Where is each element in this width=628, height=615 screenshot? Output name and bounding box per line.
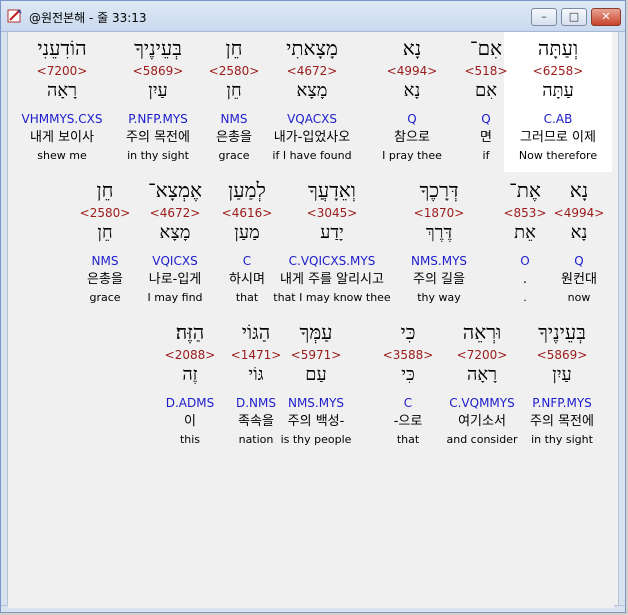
lemma-word: כִּי: [401, 364, 415, 385]
strong-number: <3588>: [382, 348, 434, 362]
english-gloss: I pray thee: [382, 149, 442, 162]
minimize-button[interactable]: –: [531, 8, 557, 26]
lemma-word: זֶה: [182, 364, 198, 385]
right-frame: [618, 32, 625, 608]
english-gloss: shew me: [37, 149, 87, 162]
hebrew-word: בְּעֵינֶיךָ: [134, 36, 182, 60]
english-gloss: this: [179, 433, 201, 446]
hebrew-word: כִּי: [400, 320, 416, 344]
lemma-word: רָאָה: [47, 80, 77, 101]
korean-gloss: 은총을: [87, 272, 123, 287]
word-cell[interactable]: חֵן <2580> חֵן NMS 은총을 grace: [64, 174, 146, 314]
lemma-word: מָצָא: [159, 222, 191, 243]
morphology-code: C: [403, 396, 413, 410]
morphology-code: NMS.MYS: [410, 254, 468, 268]
word-cell[interactable]: הוֹדִעֵנִי <7200> רָאָה VHMMYS.CXS 내게 보이사 she…: [14, 32, 110, 172]
strong-number: <7200>: [36, 64, 88, 78]
left-frame: [1, 32, 8, 608]
lemma-word: אֵת: [514, 222, 536, 243]
hebrew-word: אֶמְצָא־: [148, 178, 202, 202]
strong-number: <2088>: [164, 348, 216, 362]
morphology-code: C: [242, 254, 252, 268]
korean-gloss: 참으로: [394, 130, 430, 145]
korean-gloss: 하시며: [229, 272, 265, 287]
strong-number: <1870>: [413, 206, 465, 220]
maximize-button[interactable]: □: [561, 8, 587, 26]
korean-gloss: .: [522, 272, 528, 287]
korean-gloss: 주의 길을: [413, 272, 465, 287]
hebrew-word: הוֹדִעֵנִי: [37, 36, 87, 60]
bible-app-icon: [7, 9, 22, 23]
word-cell[interactable]: לְמַעַן <4616> מַעַן C 하시며 that: [206, 174, 288, 314]
morphology-code: NMS: [91, 254, 119, 268]
word-cell[interactable]: דְּרָכֶךָ <1870> דֶּרֶךְ NMS.MYS 주의 길을 thy wa…: [398, 174, 480, 314]
word-cell[interactable]: הַזֶּה׃ <2088> זֶה D.ADMS 이 this: [142, 316, 238, 456]
english-gloss: grace: [89, 291, 121, 304]
english-gloss: in thy sight: [127, 149, 189, 162]
english-gloss: that: [396, 433, 420, 446]
hebrew-word: דְּרָכֶךָ: [419, 178, 459, 202]
english-gloss: that: [235, 291, 259, 304]
english-gloss: thy way: [417, 291, 461, 304]
close-button[interactable]: ✕: [591, 8, 621, 26]
morphology-code: D.ADMS: [165, 396, 215, 410]
hebrew-word: הַזֶּה׃: [175, 320, 205, 344]
hebrew-word: לְמַעַן: [228, 178, 266, 202]
lemma-word: חֵן: [97, 222, 113, 243]
english-gloss: I may find: [147, 291, 203, 304]
word-cell[interactable]: בְּעֵינֶיךָ <5869> עַיִן P.NFP.MYS 주의 목전에 in …: [110, 32, 206, 172]
lemma-word: נָא: [403, 80, 421, 101]
strong-number: <853>: [503, 206, 547, 220]
english-gloss: .: [523, 291, 527, 304]
word-cell[interactable]: אֶמְצָא־ <4672> מָצָא VQICXS 나로-입게 I may find: [134, 174, 216, 314]
korean-gloss: -으로: [393, 414, 423, 429]
korean-gloss: 내게 보이사: [30, 130, 94, 145]
morphology-code: P.NFP.MYS: [128, 112, 188, 126]
strong-number: <4616>: [221, 206, 273, 220]
hebrew-word: חֵן: [96, 178, 114, 202]
strong-number: <2580>: [79, 206, 131, 220]
korean-gloss: 주의 목전에: [126, 130, 190, 145]
app-window: @원전본해 - 줄 33:13 – □ ✕ וְעַתָּה <6258> עַתָ…: [0, 0, 626, 613]
window-title: @원전본해 - 줄 33:13: [29, 11, 147, 25]
word-cell[interactable]: נָא <4994> נָא Q 참으로 I pray thee: [364, 32, 460, 172]
korean-gloss: 이: [184, 414, 196, 429]
word-cell[interactable]: אֶת־ <853> אֵת O..: [484, 174, 566, 314]
morphology-code: Q: [407, 112, 417, 126]
word-cell[interactable]: כִּי <3588> כִּי C -으로 that: [360, 316, 456, 456]
hebrew-word: נָא: [402, 36, 422, 60]
title-bar[interactable]: @원전본해 - 줄 33:13 – □ ✕: [1, 1, 625, 32]
lemma-word: עַיִן: [148, 80, 168, 101]
lemma-word: דֶּרֶךְ: [425, 222, 453, 243]
strong-number: <4994>: [386, 64, 438, 78]
morphology-code: VHMMYS.CXS: [21, 112, 103, 126]
hebrew-word: אֶת־: [509, 178, 541, 202]
morphology-code: VQICXS: [152, 254, 198, 268]
morphology-code: O: [520, 254, 530, 268]
strong-number: <5869>: [132, 64, 184, 78]
interlinear-view[interactable]: וְעַתָּה <6258> עַתָּה C.AB 그러므로 이제 Now there…: [8, 32, 614, 608]
strong-number: <4672>: [149, 206, 201, 220]
lemma-word: מַעַן: [234, 222, 260, 243]
korean-gloss: 나로-입게: [148, 272, 202, 287]
